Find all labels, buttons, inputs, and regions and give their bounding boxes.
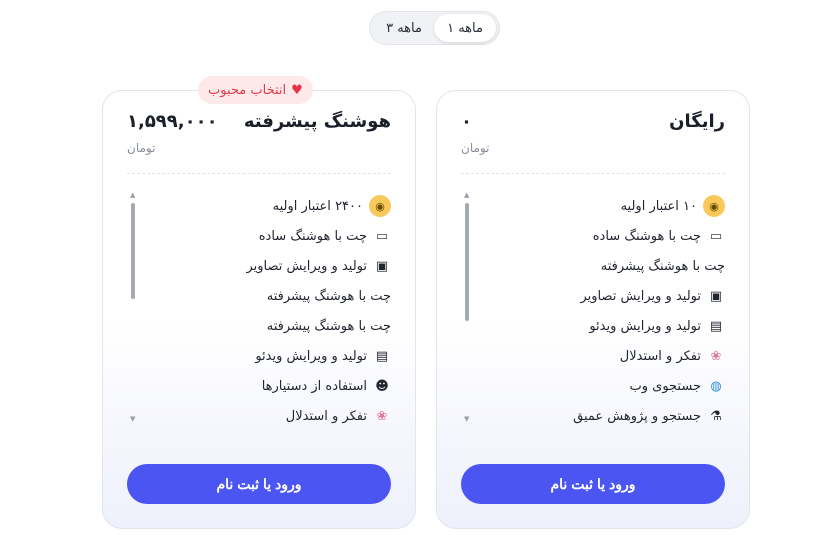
chat-icon: ▭ (709, 228, 723, 244)
feature-item: ❀ تفکر و استدلال (161, 401, 391, 431)
divider (127, 173, 391, 174)
feature-list: ◉ ۲۴۰۰ اعتبار اولیه ▭ چت با هوشنگ ساده ▣… (161, 191, 391, 431)
plan-currency: تومان (127, 141, 156, 155)
feature-item: چت با هوشنگ پیشرفته (161, 311, 391, 341)
login-register-button[interactable]: ورود یا ثبت نام (127, 464, 391, 504)
agent-icon: ☻ (375, 378, 389, 394)
feature-item: ◍ جستجوی وب (495, 371, 725, 401)
scroll-down-icon[interactable]: ▼ (130, 415, 135, 423)
feature-item: چت با هوشنگ پیشرفته (161, 281, 391, 311)
feature-label: جستجو و پژوهش عمیق (573, 408, 701, 424)
plan-title: هوشنگ پیشرفته (243, 111, 391, 132)
feature-label: جستجوی وب (629, 378, 702, 394)
feature-scrollbar[interactable]: ▲ ▼ (463, 191, 471, 423)
feature-item: ▤ تولید و ویرایش ویدئو (161, 341, 391, 371)
heart-icon: ♥ (291, 82, 303, 98)
feature-label: چت با هوشنگ پیشرفته (266, 318, 391, 334)
feature-scrollbar[interactable]: ▲ ▼ (129, 191, 137, 423)
feature-label: چت با هوشنگ ساده (258, 228, 367, 244)
feature-label: ۱۰ اعتبار اولیه (620, 198, 697, 214)
feature-label: چت با هوشنگ پیشرفته (600, 258, 725, 274)
feature-item: ▣ تولید و ویرایش تصاویر (495, 281, 725, 311)
feature-item: چت با هوشنگ پیشرفته (495, 251, 725, 281)
image-icon: ▣ (709, 288, 723, 304)
video-icon: ▤ (709, 318, 723, 334)
feature-item: ☻ استفاده از دستیارها (161, 371, 391, 401)
toggle-option-3-months[interactable]: ۳ ماهه (374, 14, 434, 42)
microscope-icon: ⚗ (710, 408, 722, 424)
credit-icon: ◉ (703, 195, 725, 217)
feature-item: ▭ چت با هوشنگ ساده (495, 221, 725, 251)
image-icon: ▣ (375, 258, 389, 274)
scroll-down-icon[interactable]: ▼ (464, 415, 469, 423)
chat-icon: ▭ (375, 228, 389, 244)
feature-item: ⚗ جستجو و پژوهش عمیق (495, 401, 725, 431)
badge-label: انتخاب محبوب (208, 82, 287, 98)
globe-icon: ◍ (710, 378, 722, 394)
feature-label: تولید و ویرایش ویدئو (255, 348, 367, 364)
feature-item: ❀ تفکر و استدلال (495, 341, 725, 371)
video-icon: ▤ (375, 348, 389, 364)
feature-label: ۲۴۰۰ اعتبار اولیه (272, 198, 363, 214)
credit-icon: ◉ (369, 195, 391, 217)
plan-card-free: رایگان ۰ تومان ◉ ۱۰ اعتبار اولیه ▭ چت با… (436, 90, 750, 529)
feature-label: تفکر و استدلال (619, 348, 701, 364)
scroll-up-icon[interactable]: ▲ (130, 191, 135, 199)
brain-icon: ❀ (710, 348, 722, 364)
scroll-thumb[interactable] (131, 203, 135, 299)
period-toggle: ۱ ماهه ۳ ماهه (369, 11, 500, 45)
scroll-thumb[interactable] (465, 203, 469, 321)
feature-label: تولید و ویرایش تصاویر (580, 288, 701, 304)
toggle-option-1-month[interactable]: ۱ ماهه (434, 14, 496, 42)
feature-item: ▭ چت با هوشنگ ساده (161, 221, 391, 251)
feature-item: ◉ ۲۴۰۰ اعتبار اولیه (161, 191, 391, 221)
plan-price: ۱,۵۹۹,۰۰۰ (127, 111, 218, 132)
plan-currency: تومان (461, 141, 490, 155)
feature-item: ◉ ۱۰ اعتبار اولیه (495, 191, 725, 221)
brain-icon: ❀ (376, 408, 388, 424)
feature-label: چت با هوشنگ پیشرفته (266, 288, 391, 304)
feature-list: ◉ ۱۰ اعتبار اولیه ▭ چت با هوشنگ ساده چت … (495, 191, 725, 431)
feature-label: تولید و ویرایش تصاویر (246, 258, 367, 274)
feature-label: چت با هوشنگ ساده (592, 228, 701, 244)
feature-label: تولید و ویرایش ویدئو (589, 318, 701, 334)
scroll-up-icon[interactable]: ▲ (464, 191, 469, 199)
feature-label: تفکر و استدلال (285, 408, 367, 424)
feature-item: ▣ تولید و ویرایش تصاویر (161, 251, 391, 281)
plan-title: رایگان (669, 111, 725, 132)
feature-item: ▤ تولید و ویرایش ویدئو (495, 311, 725, 341)
popular-badge: انتخاب محبوب ♥ (198, 76, 313, 104)
plan-card-pro: هوشنگ پیشرفته ۱,۵۹۹,۰۰۰ تومان ◉ ۲۴۰۰ اعت… (102, 90, 416, 529)
divider (461, 173, 725, 174)
plan-price: ۰ (461, 111, 472, 132)
login-register-button[interactable]: ورود یا ثبت نام (461, 464, 725, 504)
feature-label: استفاده از دستیارها (261, 378, 367, 394)
